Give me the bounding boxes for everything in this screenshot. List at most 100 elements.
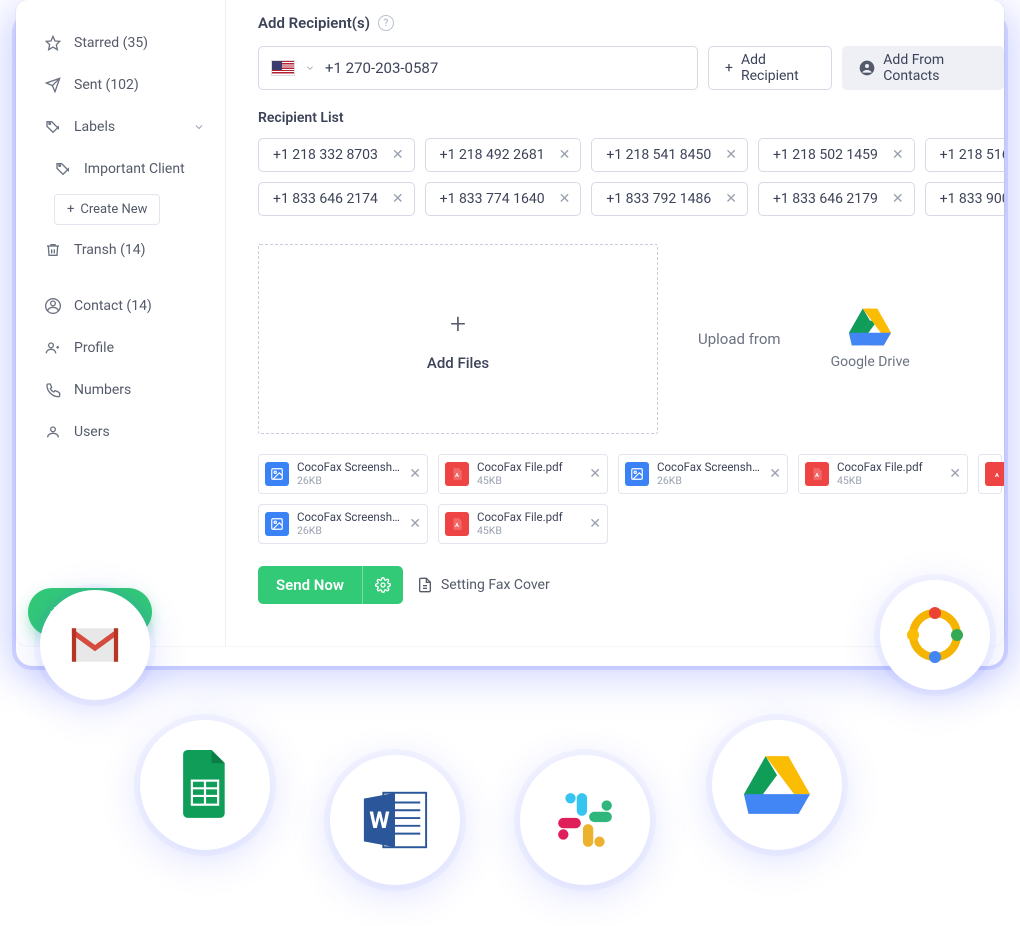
add-recipient-button[interactable]: + Add Recipient	[708, 46, 832, 90]
sidebar-item-sent[interactable]: Sent (102)	[36, 66, 213, 104]
close-icon[interactable]: ✕	[589, 466, 601, 482]
integration-sheets[interactable]	[140, 720, 270, 850]
integration-gmail[interactable]	[40, 590, 150, 700]
file-size: 45KB	[477, 475, 581, 487]
integration-slack[interactable]	[520, 755, 650, 885]
chevron-down-icon[interactable]	[305, 63, 315, 73]
close-icon[interactable]: ✕	[725, 147, 737, 163]
file-size: 26KB	[297, 475, 401, 487]
send-options-button[interactable]	[362, 566, 403, 604]
sidebar: Starred (35) Sent (102) Labels Important…	[16, 0, 226, 646]
close-icon[interactable]: ✕	[589, 516, 601, 532]
close-icon[interactable]: ✕	[892, 191, 904, 207]
create-new-button[interactable]: + Create New	[54, 194, 160, 225]
recipient-chip[interactable]: +1 833 646 2179 ✕	[758, 182, 915, 216]
trash-icon	[44, 241, 62, 259]
sidebar-label-trash: Transh (14)	[74, 242, 145, 258]
send-now-button[interactable]: Send Now	[258, 566, 403, 604]
svg-text:A: A	[455, 473, 459, 479]
recipient-number: +1 833 646 2174	[273, 191, 378, 207]
contact-icon	[859, 60, 875, 76]
sidebar-item-numbers[interactable]: Numbers	[36, 371, 213, 409]
sidebar-label-sent: Sent (102)	[74, 77, 139, 93]
recipient-number: +1 833 774 1640	[440, 191, 545, 207]
svg-text:A: A	[995, 473, 999, 479]
pdf-icon: A	[445, 462, 469, 486]
help-icon[interactable]: ?	[378, 15, 394, 31]
recipient-chip[interactable]: +1 218 492 2681 ✕	[425, 138, 582, 172]
sidebar-item-important-client[interactable]: Important Client	[36, 150, 213, 188]
star-icon	[44, 34, 62, 52]
recipient-chip[interactable]: +1 833 792 1486 ✕	[591, 182, 748, 216]
integration-gdrive[interactable]	[712, 720, 842, 850]
file-chip[interactable]: A	[978, 454, 1002, 494]
recipient-chip[interactable]: +1 218 502 1459 ✕	[758, 138, 915, 172]
recipient-chip[interactable]: +1 218 332 8703✕	[258, 138, 415, 172]
close-icon[interactable]: ✕	[409, 516, 421, 532]
add-recipients-title: Add Recipient(s) ?	[258, 14, 1004, 32]
sidebar-label-labels: Labels	[74, 119, 115, 135]
google-drive-icon	[849, 308, 891, 346]
file-size: 26KB	[297, 525, 401, 537]
recipient-chip[interactable]: +1 833 774 1640 ✕	[425, 182, 582, 216]
add-from-contacts-button[interactable]: Add From Contacts	[842, 46, 1004, 90]
sidebar-item-starred[interactable]: Starred (35)	[36, 24, 213, 62]
file-chip[interactable]: ACocoFax File.pdf45KB✕	[438, 454, 608, 494]
sidebar-item-users[interactable]: Users	[36, 413, 213, 451]
main-panel: Add Recipient(s) ? +1 270-203-0587 + Add…	[226, 0, 1004, 646]
recipient-chip[interactable]: +1 218 541 8450✕	[591, 138, 748, 172]
sidebar-label-contact: Contact (14)	[74, 298, 152, 314]
close-icon[interactable]: ✕	[559, 147, 571, 163]
file-chip[interactable]: ACocoFax File.pdf45KB✕	[438, 504, 608, 544]
pdf-icon: A	[805, 462, 829, 486]
file-chip[interactable]: ACocoFax File.pdf45KB✕	[798, 454, 968, 494]
us-flag-icon	[271, 60, 295, 76]
close-icon[interactable]: ✕	[892, 147, 904, 163]
sidebar-item-profile[interactable]: Profile	[36, 329, 213, 367]
recipient-number: +1 218 502 1459	[773, 147, 878, 163]
close-icon[interactable]: ✕	[559, 191, 571, 207]
phone-input[interactable]: +1 270-203-0587	[258, 46, 698, 90]
file-name: CocoFax Screensho…	[297, 461, 401, 474]
add-files-dropzone[interactable]: + Add Files	[258, 244, 658, 434]
close-icon[interactable]: ✕	[725, 191, 737, 207]
send-now-label: Send Now	[258, 566, 362, 604]
image-icon	[265, 462, 289, 486]
close-icon[interactable]: ✕	[769, 466, 781, 482]
sidebar-item-labels[interactable]: Labels	[36, 108, 213, 146]
close-icon[interactable]: ✕	[409, 466, 421, 482]
image-icon	[265, 512, 289, 536]
pdf-icon: A	[445, 512, 469, 536]
file-chip[interactable]: CocoFax Screensho…26KB✕	[258, 504, 428, 544]
recipient-number: +1 218 492 2681	[440, 147, 545, 163]
svg-text:A: A	[455, 523, 459, 529]
close-icon[interactable]: ✕	[392, 191, 404, 207]
file-name: CocoFax Screensho…	[657, 461, 761, 474]
svg-text:W: W	[369, 806, 390, 834]
file-size: 45KB	[837, 475, 941, 487]
recipient-number: +1 833 646 2179	[773, 191, 878, 207]
file-chip[interactable]: CocoFax Screensho…26KB ✕	[258, 454, 428, 494]
setting-fax-cover-link[interactable]: Setting Fax Cover	[417, 577, 550, 593]
close-icon[interactable]: ✕	[949, 466, 961, 482]
phone-icon	[44, 381, 62, 399]
sidebar-label-users: Users	[74, 424, 110, 440]
integration-word[interactable]: W	[330, 755, 460, 885]
recipient-chip[interactable]: +1 833 646 2174 ✕	[258, 182, 415, 216]
recipient-chip[interactable]: +1 833 900 3521✕	[925, 182, 1004, 216]
upload-google-drive[interactable]: Google Drive	[831, 308, 910, 370]
sidebar-item-trash[interactable]: Transh (14)	[36, 231, 213, 269]
recipient-number: +1 833 792 1486	[606, 191, 711, 207]
image-icon	[625, 462, 649, 486]
plus-icon: +	[450, 307, 466, 340]
file-size: 26KB	[657, 475, 761, 487]
recipient-chip[interactable]: +1 218 516 8441✕	[925, 138, 1004, 172]
slack-icon	[554, 789, 616, 851]
close-icon[interactable]: ✕	[392, 147, 404, 163]
sidebar-item-contact[interactable]: Contact (14)	[36, 287, 213, 325]
file-chip[interactable]: CocoFax Screensho…26KB ✕	[618, 454, 788, 494]
svg-text:A: A	[815, 473, 819, 479]
integration-iwork[interactable]	[880, 580, 990, 690]
create-new-label: Create New	[80, 202, 147, 217]
document-icon	[417, 577, 433, 593]
